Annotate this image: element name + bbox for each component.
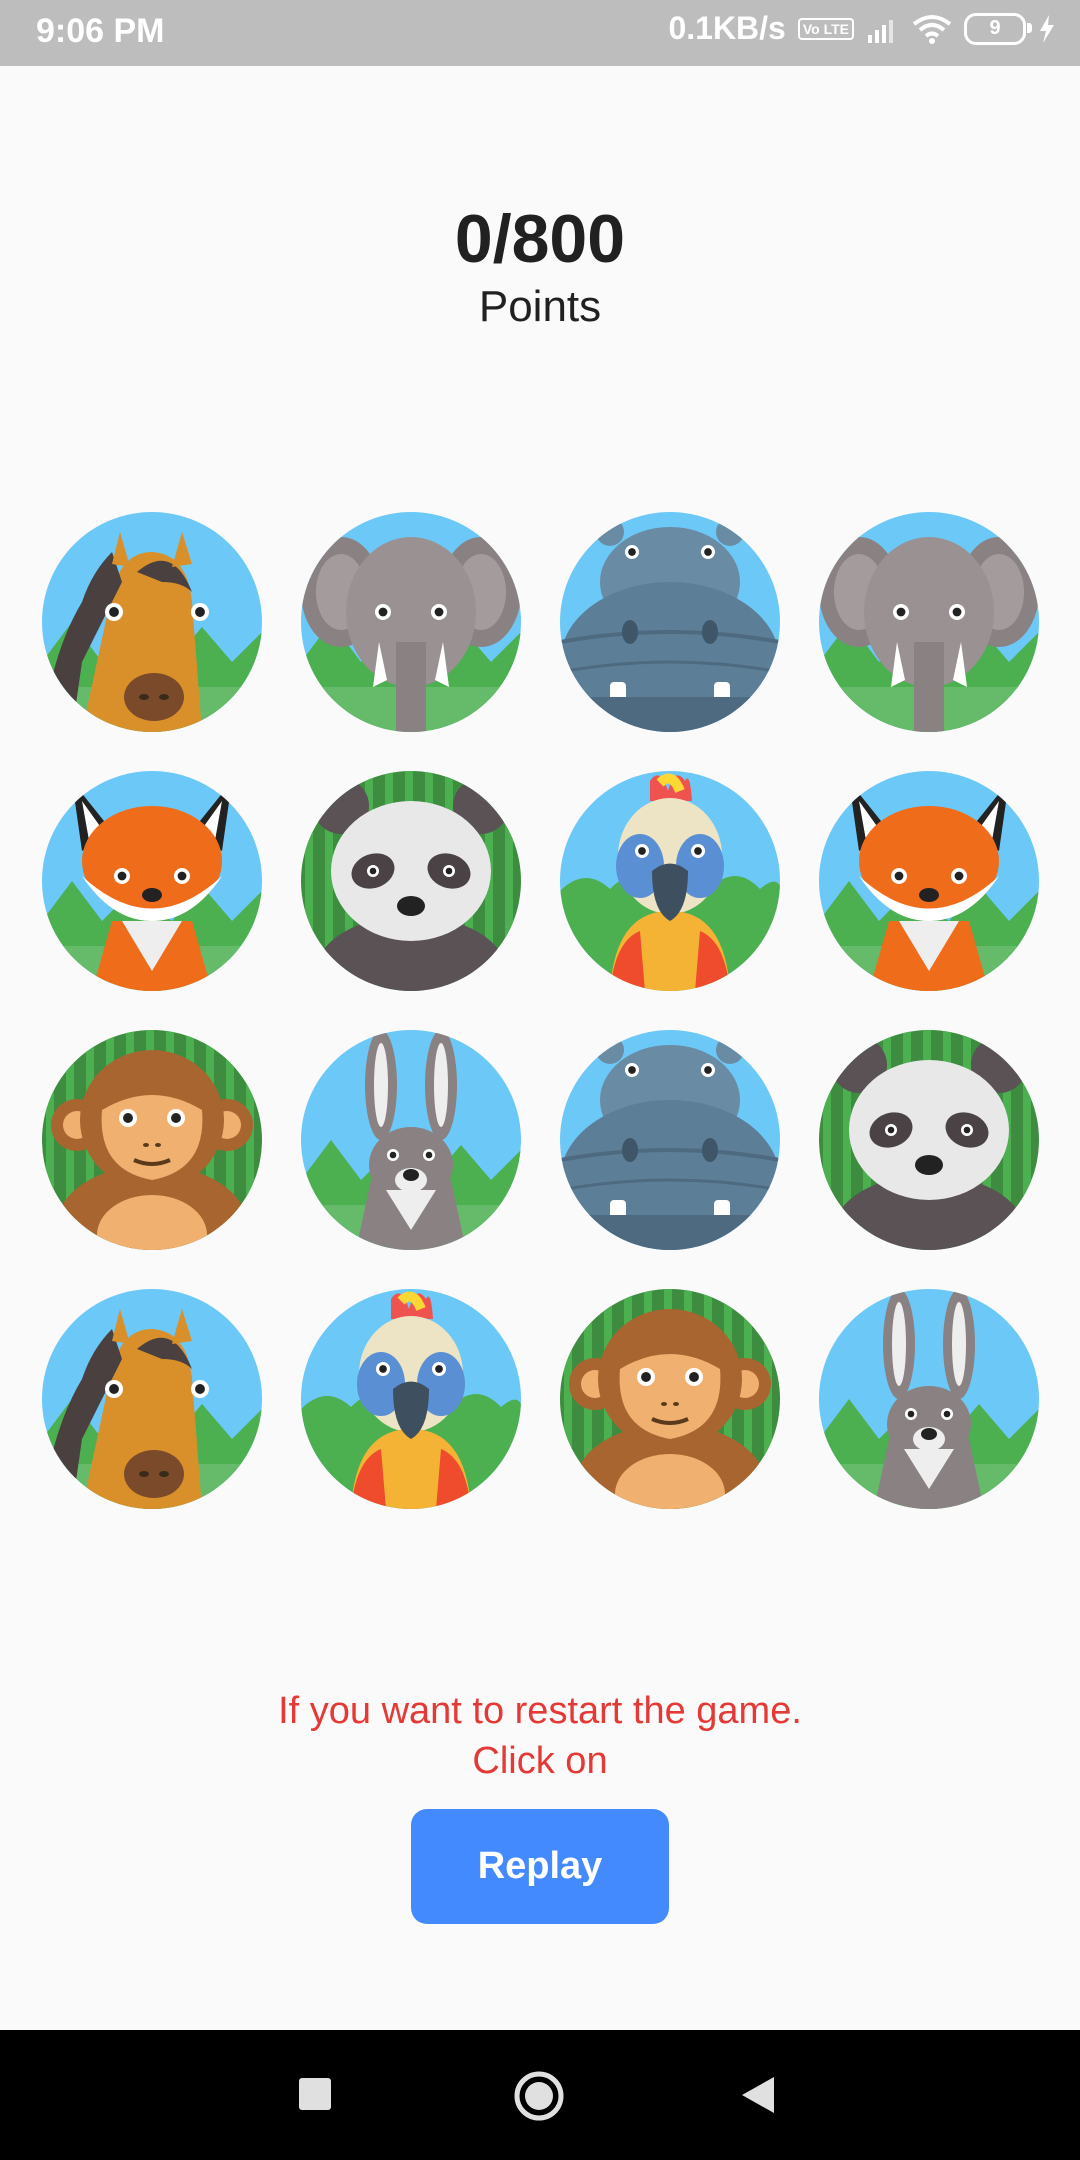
elephant-icon <box>301 512 521 732</box>
card-horse[interactable] <box>42 512 262 732</box>
card-elephant[interactable] <box>819 512 1039 732</box>
score-value: 0/800 <box>454 201 626 277</box>
volte-badge: Vo LTE <box>797 17 854 40</box>
home-icon[interactable] <box>513 2070 565 2122</box>
fox-icon <box>42 771 262 991</box>
replay-button[interactable]: Replay <box>411 1809 669 1924</box>
net-speed: 0.1KB/s <box>668 10 786 46</box>
card-elephant[interactable] <box>301 512 521 732</box>
card-hippo[interactable] <box>560 1030 780 1250</box>
navigation-bar <box>0 2030 1080 2160</box>
card-monkey[interactable] <box>42 1030 262 1250</box>
card-monkey[interactable] <box>560 1289 780 1509</box>
elephant-icon <box>819 512 1039 732</box>
wifi-icon <box>912 14 952 44</box>
monkey-icon <box>42 1030 262 1250</box>
status-bar: 9:06 PM 0.1KB/s Vo LTE 9 <box>0 0 1080 66</box>
parrot-icon <box>560 771 780 991</box>
battery-icon: 9 <box>964 12 1032 45</box>
charging-icon <box>1040 14 1054 43</box>
horse-icon <box>42 1289 262 1509</box>
monkey-icon <box>560 1289 780 1509</box>
panda-icon <box>301 771 521 991</box>
card-panda[interactable] <box>301 771 521 991</box>
card-fox[interactable] <box>42 771 262 991</box>
restart-message-line1: If you want to restart the game. <box>278 1690 802 1732</box>
card-fox[interactable] <box>819 771 1039 991</box>
back-icon[interactable] <box>740 2075 776 2115</box>
card-rabbit[interactable] <box>301 1030 521 1250</box>
hippo-icon <box>560 1030 780 1250</box>
status-time: 9:06 PM <box>36 12 165 50</box>
card-grid <box>42 512 1042 1512</box>
card-parrot[interactable] <box>560 771 780 991</box>
hippo-icon <box>560 512 780 732</box>
card-horse[interactable] <box>42 1289 262 1509</box>
signal-icon <box>868 19 893 43</box>
rabbit-icon <box>301 1030 521 1250</box>
card-panda[interactable] <box>819 1030 1039 1250</box>
score-label: Points <box>478 282 602 331</box>
card-rabbit[interactable] <box>819 1289 1039 1509</box>
fox-icon <box>819 771 1039 991</box>
horse-icon <box>42 512 262 732</box>
restart-message-line2: Click on <box>472 1740 608 1782</box>
card-parrot[interactable] <box>301 1289 521 1509</box>
rabbit-icon <box>819 1289 1039 1509</box>
card-hippo[interactable] <box>560 512 780 732</box>
restart-message: If you want to restart the game. Click o… <box>0 1686 1080 1786</box>
status-icons: 0.1KB/s Vo LTE 9 <box>668 10 1056 47</box>
recents-icon[interactable] <box>298 2077 332 2111</box>
panda-icon <box>819 1030 1039 1250</box>
battery-level: 9 <box>989 17 1001 39</box>
parrot-icon <box>301 1289 521 1509</box>
